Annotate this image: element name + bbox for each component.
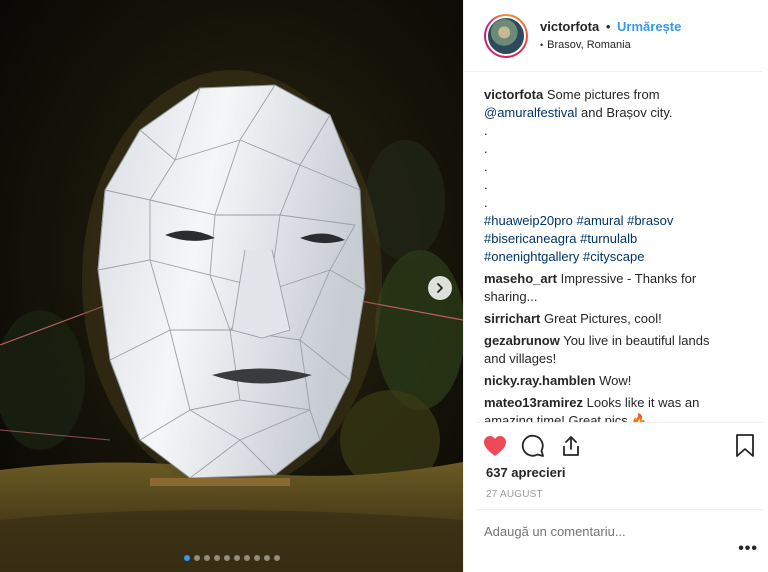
location-pin-icon: • [540, 39, 544, 50]
avatar-image [486, 15, 526, 56]
caption-dot-line: . [484, 123, 488, 138]
avatar[interactable] [484, 13, 528, 58]
comment-username[interactable]: sirrichart [484, 311, 540, 326]
comment-item: gezabrunow You live in beautiful lands a… [484, 332, 714, 368]
action-icons [476, 431, 762, 461]
carousel-dot [193, 555, 200, 561]
carousel-dot [243, 555, 250, 561]
header-username[interactable]: victorfota [540, 19, 599, 34]
carousel-dot [233, 555, 240, 561]
caption-text-before: Some pictures from [543, 87, 660, 102]
comment-icon [521, 434, 544, 457]
caption-hashtags[interactable]: #bisericaneagra #turnulalb [484, 230, 714, 248]
caption-text-after: and Brașov city. [577, 105, 673, 120]
carousel-dot [223, 555, 230, 561]
caption-username[interactable]: victorfota [484, 87, 543, 102]
comment-item: maseho_art Impressive - Thanks for shari… [484, 270, 714, 306]
post-image[interactable] [0, 0, 463, 572]
post-header: victorfota • Urmărește • Brasov, Romania [464, 0, 762, 72]
carousel-indicator [0, 555, 463, 561]
caption-dot-line: . [484, 177, 488, 192]
comments-list[interactable]: victorfota Some pictures from @amuralfes… [484, 86, 714, 422]
carousel-dot [183, 555, 190, 561]
instagram-post: victorfota • Urmărește • Brasov, Romania… [0, 0, 768, 572]
location-link[interactable]: • Brasov, Romania [540, 37, 681, 54]
comment-username[interactable]: mateo13ramirez [484, 395, 583, 410]
heart-icon [484, 436, 506, 456]
carousel-dot [263, 555, 270, 561]
comment-username[interactable]: maseho_art [484, 271, 557, 286]
comment-item: nicky.ray.hamblen Wow! [484, 372, 714, 390]
likes-count[interactable]: 637 aprecieri [476, 465, 762, 480]
follow-button[interactable]: Urmărește [617, 19, 681, 34]
comment-item: sirrichart Great Pictures, cool! [484, 310, 714, 328]
share-button[interactable] [556, 431, 586, 461]
caption-dot-line: . [484, 141, 488, 156]
comment-item: mateo13ramirez Looks like it was an amaz… [484, 394, 714, 422]
more-options-button[interactable]: ••• [738, 540, 758, 558]
caption-hashtags[interactable]: #huaweip20pro #amural #brasov [484, 212, 714, 230]
carousel-dot [203, 555, 210, 561]
share-icon [563, 436, 579, 456]
comment-username[interactable]: nicky.ray.hamblen [484, 373, 596, 388]
like-button[interactable] [480, 431, 510, 461]
chevron-right-icon [437, 283, 443, 293]
comment-username[interactable]: gezabrunow [484, 333, 560, 348]
next-image-button[interactable] [428, 276, 452, 300]
caption-dot-line: . [484, 195, 488, 210]
comment-input[interactable] [484, 524, 714, 539]
header-separator: • [605, 18, 611, 34]
post-date[interactable]: 27 AUGUST [476, 489, 762, 500]
post-side-panel: victorfota • Urmărește • Brasov, Romania… [463, 0, 768, 572]
mask-sculpture-photo [0, 0, 463, 572]
location-label: Brasov, Romania [547, 38, 631, 51]
bookmark-icon [736, 434, 754, 457]
carousel-dot [273, 555, 280, 561]
comment-text: Wow! [595, 373, 632, 388]
caption-mention[interactable]: @amuralfestival [484, 105, 577, 120]
comment-button[interactable] [518, 431, 548, 461]
add-comment-section: ••• [476, 509, 762, 572]
carousel-dot [253, 555, 260, 561]
save-button[interactable] [730, 431, 760, 461]
caption-dot-line: . [484, 159, 488, 174]
post-caption: victorfota Some pictures from @amuralfes… [484, 86, 714, 266]
carousel-dot [213, 555, 220, 561]
comment-text: Great Pictures, cool! [540, 311, 662, 326]
header-text: victorfota • Urmărește • Brasov, Romania [540, 18, 681, 54]
caption-hashtags[interactable]: #onenightgallery #cityscape [484, 248, 714, 266]
post-actions: 637 aprecieri 27 AUGUST [476, 422, 762, 500]
